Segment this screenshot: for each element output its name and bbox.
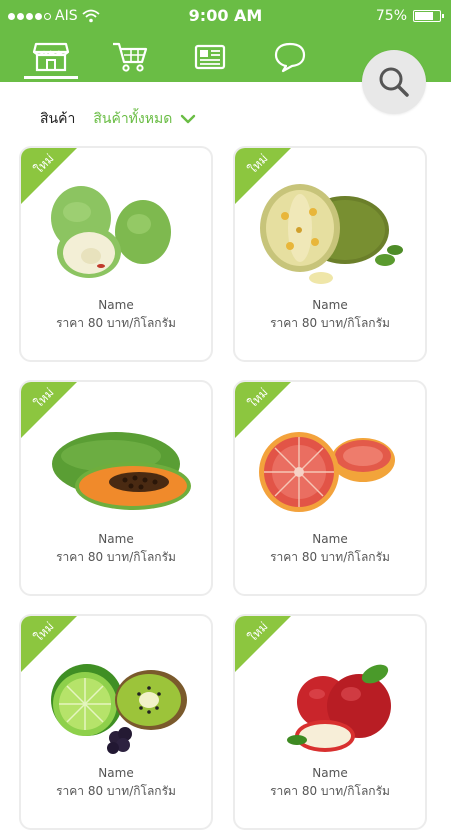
category-dropdown[interactable]: สินค้าทั้งหมด — [93, 108, 196, 130]
product-price: ราคา 80 บาท/กิโลกรัม — [56, 550, 176, 564]
filter-label: สินค้า — [40, 111, 76, 127]
product-card[interactable]: ใหม่ Name ราคา 80 บาท/กิโลกรัม — [19, 380, 213, 596]
new-badge: ใหม่ — [235, 616, 291, 672]
chevron-down-icon — [181, 114, 196, 124]
new-badge: ใหม่ — [21, 148, 77, 204]
product-card[interactable]: ใหม่ Name ราคา 80 บาท/กิโลกรัม — [233, 146, 427, 362]
product-card[interactable]: ใหม่ Name ราคา 80 บาท/กิโลกรัม — [233, 614, 427, 830]
product-price: ราคา 80 บาท/กิโลกรัม — [270, 316, 390, 330]
status-right: 75% — [375, 8, 444, 24]
battery-icon — [413, 10, 444, 22]
new-badge: ใหม่ — [21, 616, 77, 672]
product-price: ราคา 80 บาท/กิโลกรัม — [270, 784, 390, 798]
search-button[interactable] — [362, 50, 426, 114]
news-icon[interactable] — [190, 40, 230, 74]
product-name: Name — [312, 532, 348, 546]
product-price: ราคา 80 บาท/กิโลกรัม — [270, 550, 390, 564]
new-badge: ใหม่ — [21, 382, 77, 438]
product-card[interactable]: ใหม่ Name ราคา 80 บาท/กิโลกรัม — [19, 614, 213, 830]
cart-icon[interactable] — [110, 40, 150, 74]
chat-icon[interactable] — [270, 40, 310, 74]
product-name: Name — [312, 298, 348, 312]
product-price: ราคา 80 บาท/กิโลกรัม — [56, 316, 176, 330]
search-icon — [379, 67, 409, 97]
store-icon[interactable] — [31, 40, 71, 74]
battery-percent: 75% — [375, 8, 407, 24]
new-badge: ใหม่ — [235, 382, 291, 438]
product-name: Name — [98, 298, 134, 312]
product-price: ราคา 80 บาท/กิโลกรัม — [56, 784, 176, 798]
product-card[interactable]: ใหม่ Name ราคา 80 บาท/กิโลกรัม — [233, 380, 427, 596]
product-name: Name — [312, 766, 348, 780]
category-dropdown-value: สินค้าทั้งหมด — [93, 111, 173, 127]
product-name: Name — [98, 766, 134, 780]
status-bar: AIS 9:00 AM 75% — [0, 0, 451, 32]
product-name: Name — [98, 532, 134, 546]
product-card[interactable]: ใหม่ Name ราคา 80 บาท/กิโลกรัม — [19, 146, 213, 362]
tab-active-indicator — [24, 76, 78, 79]
new-badge: ใหม่ — [235, 148, 291, 204]
filter-row: สินค้า สินค้าทั้งหมด — [40, 108, 196, 130]
